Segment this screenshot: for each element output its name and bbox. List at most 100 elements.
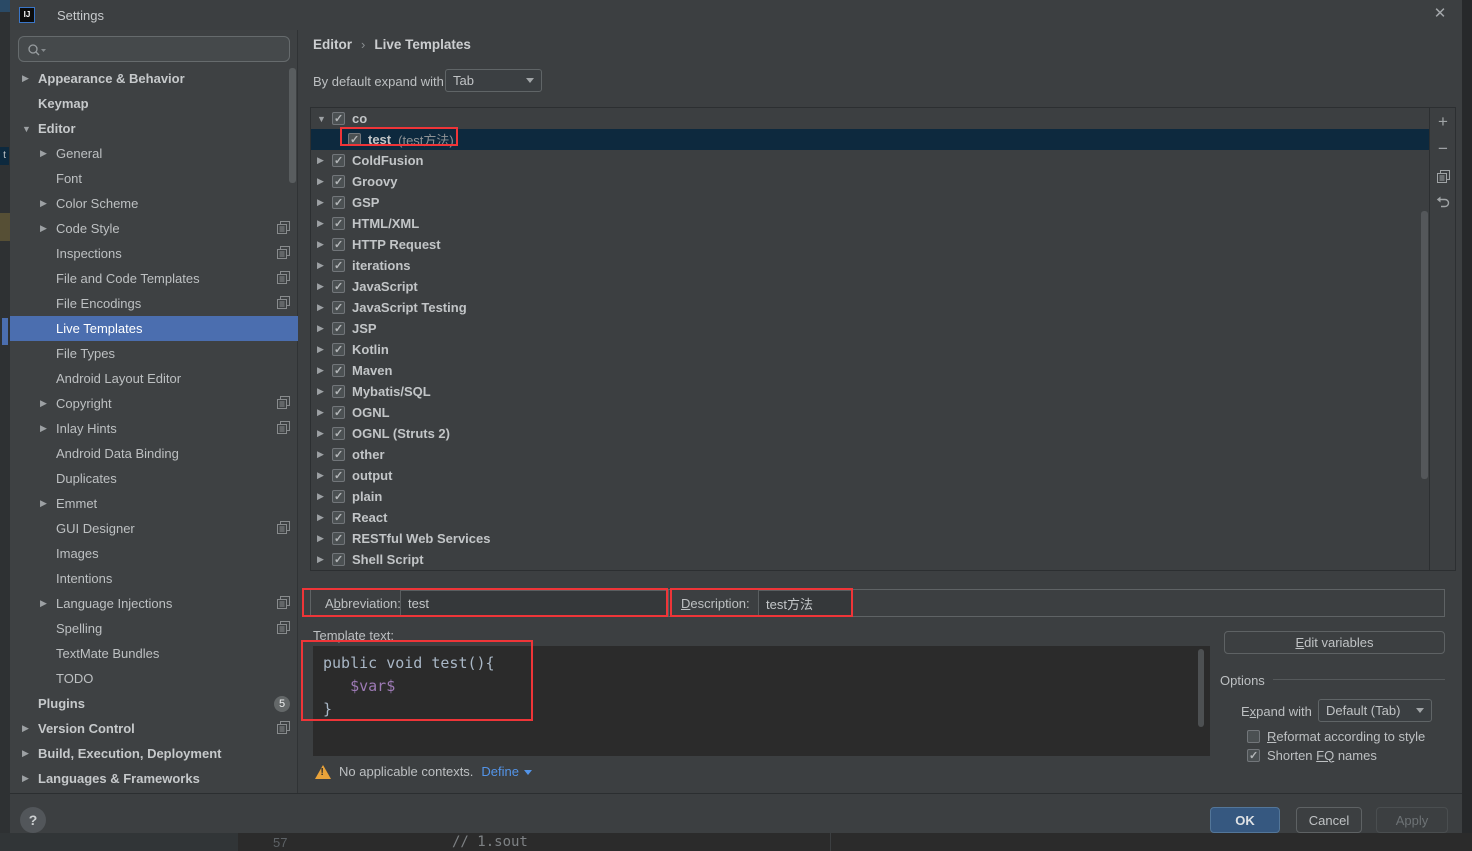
template-group-jsp[interactable]: ▶JSP xyxy=(311,318,1429,339)
chevron-collapsed-icon[interactable]: ▶ xyxy=(40,198,56,209)
template-group-plain[interactable]: ▶plain xyxy=(311,486,1429,507)
default-expand-select[interactable]: Tab xyxy=(445,69,542,92)
sidebar-item-file-and-code-templates[interactable]: File and Code Templates xyxy=(10,266,298,291)
sidebar-item-general[interactable]: ▶General xyxy=(10,141,298,166)
chevron-collapsed-icon[interactable]: ▶ xyxy=(317,197,332,208)
tree-scrollbar-thumb[interactable] xyxy=(1421,211,1428,479)
template-enabled-checkbox[interactable] xyxy=(332,511,345,524)
chevron-collapsed-icon[interactable]: ▶ xyxy=(317,239,332,250)
chevron-collapsed-icon[interactable]: ▶ xyxy=(40,223,56,234)
revert-icon[interactable] xyxy=(1434,194,1452,212)
template-enabled-checkbox[interactable] xyxy=(332,196,345,209)
abbreviation-input[interactable] xyxy=(400,590,669,616)
duplicate-icon[interactable] xyxy=(1434,167,1452,185)
chevron-collapsed-icon[interactable]: ▶ xyxy=(317,512,332,523)
chevron-expanded-icon[interactable]: ▼ xyxy=(22,124,38,134)
template-group-restful-web-services[interactable]: ▶RESTful Web Services xyxy=(311,528,1429,549)
sidebar-item-inspections[interactable]: Inspections xyxy=(10,241,298,266)
chevron-expanded-icon[interactable]: ▼ xyxy=(317,114,332,124)
sidebar-item-language-injections[interactable]: ▶Language Injections xyxy=(10,591,298,616)
template-group-maven[interactable]: ▶Maven xyxy=(311,360,1429,381)
sidebar-item-font[interactable]: Font xyxy=(10,166,298,191)
expand-with-select[interactable]: Default (Tab) xyxy=(1318,699,1432,722)
settings-search-box[interactable] xyxy=(18,36,290,62)
chevron-collapsed-icon[interactable]: ▶ xyxy=(40,498,56,509)
template-group-ognl-struts-2[interactable]: ▶OGNL (Struts 2) xyxy=(311,423,1429,444)
sidebar-item-spelling[interactable]: Spelling xyxy=(10,616,298,641)
template-group-kotlin[interactable]: ▶Kotlin xyxy=(311,339,1429,360)
sidebar-item-android-layout-editor[interactable]: Android Layout Editor xyxy=(10,366,298,391)
sidebar-item-textmate-bundles[interactable]: TextMate Bundles xyxy=(10,641,298,666)
template-item-test[interactable]: test(test方法) xyxy=(311,129,1429,150)
help-button[interactable]: ? xyxy=(20,807,46,833)
chevron-collapsed-icon[interactable]: ▶ xyxy=(40,148,56,159)
template-group-mybatis-sql[interactable]: ▶Mybatis/SQL xyxy=(311,381,1429,402)
template-group-gsp[interactable]: ▶GSP xyxy=(311,192,1429,213)
chevron-collapsed-icon[interactable]: ▶ xyxy=(317,449,332,460)
description-input[interactable] xyxy=(758,590,852,616)
template-enabled-checkbox[interactable] xyxy=(332,448,345,461)
template-enabled-checkbox[interactable] xyxy=(332,364,345,377)
ok-button[interactable]: OK xyxy=(1210,807,1280,833)
edit-variables-button[interactable]: Edit variables xyxy=(1224,631,1445,654)
template-enabled-checkbox[interactable] xyxy=(332,280,345,293)
sidebar-item-android-data-binding[interactable]: Android Data Binding xyxy=(10,441,298,466)
sidebar-item-keymap[interactable]: Keymap xyxy=(10,91,298,116)
template-enabled-checkbox[interactable] xyxy=(332,343,345,356)
sidebar-item-plugins[interactable]: Plugins5 xyxy=(10,691,298,716)
template-enabled-checkbox[interactable] xyxy=(348,133,361,146)
template-group-coldfusion[interactable]: ▶ColdFusion xyxy=(311,150,1429,171)
chevron-collapsed-icon[interactable]: ▶ xyxy=(40,598,56,609)
template-group-shell-script[interactable]: ▶Shell Script xyxy=(311,549,1429,570)
template-text-editor[interactable]: public void test(){ $var$} xyxy=(313,646,1210,756)
close-icon[interactable]: ✕ xyxy=(1431,5,1449,23)
chevron-collapsed-icon[interactable]: ▶ xyxy=(317,386,332,397)
chevron-collapsed-icon[interactable]: ▶ xyxy=(317,218,332,229)
template-enabled-checkbox[interactable] xyxy=(332,532,345,545)
chevron-collapsed-icon[interactable]: ▶ xyxy=(317,428,332,439)
sidebar-item-live-templates[interactable]: Live Templates xyxy=(10,316,298,341)
breadcrumb-editor[interactable]: Editor xyxy=(313,37,352,52)
chevron-collapsed-icon[interactable]: ▶ xyxy=(317,533,332,544)
chevron-collapsed-icon[interactable]: ▶ xyxy=(317,176,332,187)
sidebar-item-todo[interactable]: TODO xyxy=(10,666,298,691)
sidebar-item-editor[interactable]: ▼Editor xyxy=(10,116,298,141)
chevron-collapsed-icon[interactable]: ▶ xyxy=(317,281,332,292)
cancel-button[interactable]: Cancel xyxy=(1296,807,1362,833)
template-enabled-checkbox[interactable] xyxy=(332,217,345,230)
chevron-collapsed-icon[interactable]: ▶ xyxy=(317,407,332,418)
sidebar-item-appearance-behavior[interactable]: ▶Appearance & Behavior xyxy=(10,66,298,91)
template-enabled-checkbox[interactable] xyxy=(332,406,345,419)
template-group-react[interactable]: ▶React xyxy=(311,507,1429,528)
sidebar-item-intentions[interactable]: Intentions xyxy=(10,566,298,591)
template-enabled-checkbox[interactable] xyxy=(332,469,345,482)
chevron-collapsed-icon[interactable]: ▶ xyxy=(40,423,56,434)
template-enabled-checkbox[interactable] xyxy=(332,238,345,251)
chevron-collapsed-icon[interactable]: ▶ xyxy=(317,302,332,313)
template-enabled-checkbox[interactable] xyxy=(332,427,345,440)
chevron-collapsed-icon[interactable]: ▶ xyxy=(22,748,38,759)
template-group-ognl[interactable]: ▶OGNL xyxy=(311,402,1429,423)
chevron-collapsed-icon[interactable]: ▶ xyxy=(317,491,332,502)
editor-scrollbar-thumb[interactable] xyxy=(1198,649,1204,727)
template-group-javascript-testing[interactable]: ▶JavaScript Testing xyxy=(311,297,1429,318)
sidebar-item-duplicates[interactable]: Duplicates xyxy=(10,466,298,491)
template-group-iterations[interactable]: ▶iterations xyxy=(311,255,1429,276)
sidebar-scrollbar-thumb[interactable] xyxy=(289,68,296,183)
template-group-other[interactable]: ▶other xyxy=(311,444,1429,465)
sidebar-item-gui-designer[interactable]: GUI Designer xyxy=(10,516,298,541)
reformat-according-to-style-checkbox[interactable] xyxy=(1247,730,1260,743)
sidebar-item-copyright[interactable]: ▶Copyright xyxy=(10,391,298,416)
chevron-collapsed-icon[interactable]: ▶ xyxy=(317,323,332,334)
sidebar-item-emmet[interactable]: ▶Emmet xyxy=(10,491,298,516)
chevron-collapsed-icon[interactable]: ▶ xyxy=(317,470,332,481)
chevron-collapsed-icon[interactable]: ▶ xyxy=(22,773,38,784)
chevron-collapsed-icon[interactable]: ▶ xyxy=(317,260,332,271)
template-enabled-checkbox[interactable] xyxy=(332,112,345,125)
template-group-output[interactable]: ▶output xyxy=(311,465,1429,486)
add-icon[interactable]: + xyxy=(1434,113,1452,131)
template-enabled-checkbox[interactable] xyxy=(332,553,345,566)
template-enabled-checkbox[interactable] xyxy=(332,259,345,272)
remove-icon[interactable]: − xyxy=(1434,140,1452,158)
sidebar-item-code-style[interactable]: ▶Code Style xyxy=(10,216,298,241)
